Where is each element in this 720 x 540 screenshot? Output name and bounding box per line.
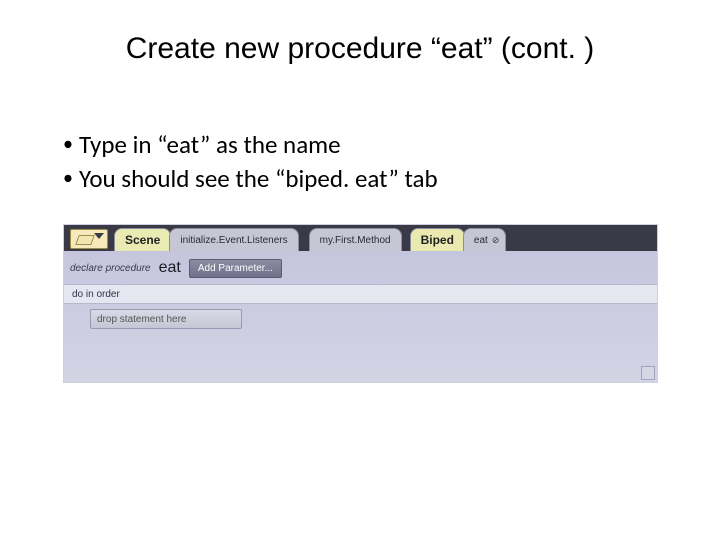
tab-eat-label: eat xyxy=(474,235,488,246)
back-button[interactable] xyxy=(70,229,108,249)
tab-initialize-event-listeners[interactable]: initialize.Event.Listeners xyxy=(169,228,298,251)
bullet-item: • Type in “eat” as the name xyxy=(63,128,438,162)
slide-title: Create new procedure “eat” (cont. ) xyxy=(0,32,720,66)
bullet-text: You should see the “biped. eat” tab xyxy=(79,162,438,196)
procedure-header: declare procedure eat Add Parameter... xyxy=(70,257,651,279)
tab-scene[interactable]: Scene xyxy=(114,228,171,251)
do-in-order-block[interactable]: do in order xyxy=(64,284,657,304)
tab-biped[interactable]: Biped xyxy=(410,228,465,251)
hexagon-icon xyxy=(77,232,91,246)
add-parameter-button[interactable]: Add Parameter... xyxy=(189,259,282,278)
procedure-name: eat xyxy=(159,259,181,277)
tab-my-first-method[interactable]: my.First.Method xyxy=(309,228,402,251)
bullet-dot-icon: • xyxy=(63,162,79,194)
drop-statement-placeholder[interactable]: drop statement here xyxy=(90,309,242,329)
tab-eat[interactable]: eat ⊘ xyxy=(463,228,506,251)
chevron-down-icon xyxy=(94,233,104,239)
close-icon[interactable]: ⊘ xyxy=(492,235,500,246)
declare-procedure-label: declare procedure xyxy=(70,263,151,274)
editor-panel: declare procedure eat Add Parameter... d… xyxy=(64,251,657,382)
bullet-dot-icon: • xyxy=(63,128,79,160)
bullet-text: Type in “eat” as the name xyxy=(79,128,341,162)
ide-toolbar: Scene initialize.Event.Listeners my.Firs… xyxy=(64,225,657,251)
ide-screenshot: Scene initialize.Event.Listeners my.Firs… xyxy=(63,224,658,383)
scroll-corner xyxy=(641,366,655,380)
bullet-list: • Type in “eat” as the name • You should… xyxy=(63,128,438,196)
bullet-item: • You should see the “biped. eat” tab xyxy=(63,162,438,196)
tab-row: Scene initialize.Event.Listeners my.Firs… xyxy=(114,225,657,251)
